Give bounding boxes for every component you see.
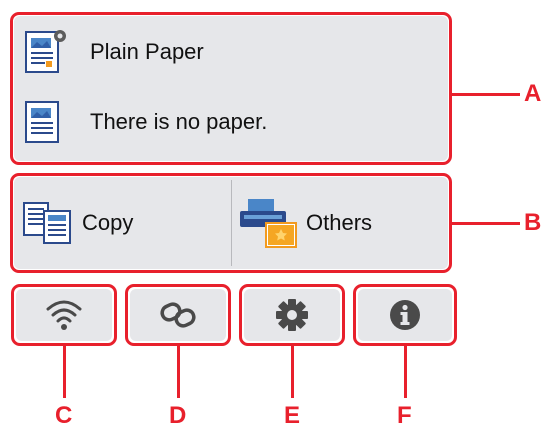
wifi-icon (44, 297, 84, 333)
info-icon (388, 298, 422, 332)
copy-label: Copy (82, 210, 134, 235)
callout-label-d: D (169, 402, 187, 429)
callout-line-b (452, 222, 520, 225)
callout-label-a: A (524, 80, 542, 107)
callout-label-b: B (524, 209, 542, 236)
callout-line-d (177, 346, 180, 398)
link-button[interactable] (130, 289, 226, 341)
paper-settings-icon (22, 28, 68, 76)
settings-button[interactable] (244, 289, 340, 341)
others-label: Others (306, 210, 373, 235)
callout-label-c: C (55, 402, 73, 429)
paper-type-label: Plain Paper (90, 39, 204, 64)
paper-status-icon (22, 98, 68, 146)
callout-line-e (291, 346, 294, 398)
copy-button[interactable]: Copy (20, 178, 230, 268)
callout-label-e: E (284, 402, 301, 429)
paper-status-row: There is no paper. (22, 96, 267, 148)
callout-line-c (63, 346, 66, 398)
others-icon (238, 195, 300, 251)
copy-icon (22, 199, 74, 247)
wifi-button[interactable] (16, 289, 112, 341)
callout-line-f (404, 346, 407, 398)
others-button[interactable]: Others (234, 178, 446, 268)
gear-icon (274, 297, 310, 333)
paper-status-label: There is no paper. (90, 109, 268, 134)
paper-type-row: Plain Paper (22, 26, 204, 78)
callout-line-a (452, 93, 520, 96)
link-icon (158, 297, 198, 333)
info-button[interactable] (358, 289, 452, 341)
callout-label-f: F (397, 402, 412, 429)
